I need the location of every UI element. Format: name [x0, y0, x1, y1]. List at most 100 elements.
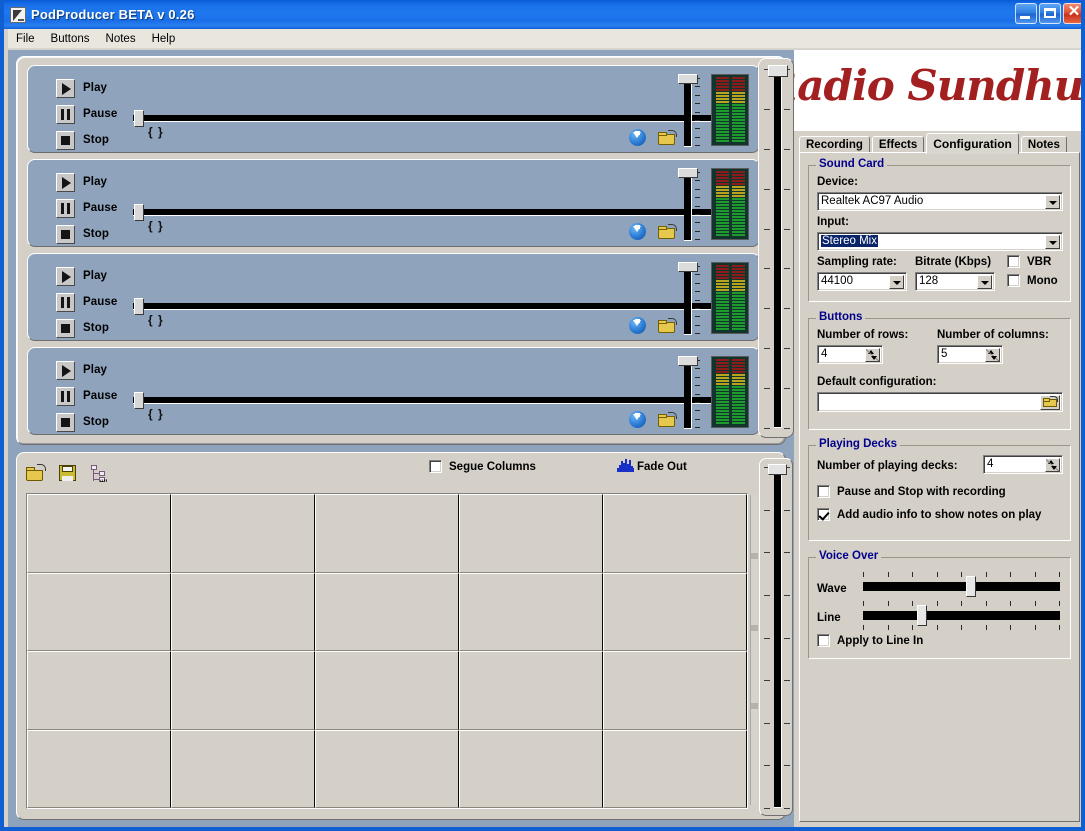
tab-effects[interactable]: Effects: [871, 136, 925, 153]
grid-button-cell[interactable]: [315, 651, 459, 730]
deck-fader-thumb[interactable]: [678, 168, 698, 178]
grid-button-cell[interactable]: [27, 494, 171, 573]
stop-button[interactable]: [56, 130, 75, 150]
mono-checkbox[interactable]: [1007, 274, 1020, 287]
play-button[interactable]: [56, 172, 75, 192]
grid-button-cell[interactable]: [171, 651, 315, 730]
number-of-rows-stepper[interactable]: 4: [817, 345, 883, 364]
grid-button-cell[interactable]: [315, 494, 459, 573]
columns-spin-buttons[interactable]: [985, 348, 1000, 362]
grid-button-cell[interactable]: [603, 572, 747, 651]
chevron-down-icon[interactable]: [1045, 195, 1060, 209]
download-icon[interactable]: [629, 317, 646, 334]
deck-volume-slider[interactable]: [678, 356, 704, 429]
grid-button-cell[interactable]: [315, 729, 459, 808]
menu-file[interactable]: File: [8, 31, 43, 47]
menu-notes[interactable]: Notes: [98, 31, 144, 47]
pause-button[interactable]: [56, 386, 75, 406]
deck-position-track[interactable]: [133, 115, 732, 122]
line-slider[interactable]: [863, 601, 1060, 630]
wave-slider[interactable]: [863, 572, 1060, 600]
master-volume-slider[interactable]: [758, 58, 794, 438]
deck-fader-thumb[interactable]: [678, 74, 698, 84]
deck-position-slider[interactable]: [133, 392, 732, 409]
pause-stop-checkbox-row[interactable]: Pause and Stop with recording: [817, 485, 1006, 498]
pause-button[interactable]: [56, 292, 75, 312]
wave-thumb[interactable]: [965, 576, 976, 597]
input-combo[interactable]: Stereo Mix: [817, 232, 1063, 251]
number-of-playing-decks-stepper[interactable]: 4: [983, 455, 1063, 474]
maximize-button[interactable]: [1039, 3, 1061, 24]
grid-volume-slider[interactable]: [759, 458, 795, 816]
stop-button[interactable]: [56, 224, 75, 244]
deck-volume-slider[interactable]: [678, 74, 704, 147]
play-button-row[interactable]: Play: [56, 359, 166, 381]
deck-position-track[interactable]: [133, 397, 732, 404]
default-configuration-field[interactable]: [817, 392, 1063, 412]
grid-scroll-thumb-2[interactable]: [751, 625, 758, 631]
open-folder-icon[interactable]: [658, 224, 677, 239]
stop-button[interactable]: [56, 412, 75, 432]
grid-button-cell[interactable]: [603, 651, 747, 730]
play-button-row[interactable]: Play: [56, 171, 166, 193]
chevron-down-icon[interactable]: [889, 275, 904, 289]
open-folder-icon[interactable]: [658, 412, 677, 427]
open-folder-icon[interactable]: [658, 130, 677, 145]
apply-to-line-in-checkbox-row[interactable]: Apply to Line In: [817, 634, 923, 647]
grid-button-cell[interactable]: [171, 729, 315, 808]
line-thumb[interactable]: [917, 605, 928, 626]
deck-fader-track[interactable]: [684, 361, 692, 429]
bitrate-combo[interactable]: 128: [915, 272, 995, 291]
grid-scroll-thumb-3[interactable]: [751, 703, 758, 709]
minimize-button[interactable]: [1015, 3, 1037, 24]
grid-button-cell[interactable]: [459, 494, 603, 573]
open-folder-icon[interactable]: [658, 318, 677, 333]
grid-fader-track[interactable]: [774, 469, 782, 808]
pause-button[interactable]: [56, 104, 75, 124]
open-folder-icon[interactable]: [1040, 395, 1060, 410]
line-track[interactable]: [863, 611, 1060, 620]
save-icon[interactable]: [57, 463, 79, 483]
deck-position-slider[interactable]: [133, 298, 732, 315]
deck-volume-slider[interactable]: [678, 168, 704, 241]
pause-button[interactable]: [56, 198, 75, 218]
decks-spin-buttons[interactable]: [1045, 458, 1060, 472]
grid-button-cell[interactable]: [27, 651, 171, 730]
deck-fader-thumb[interactable]: [678, 356, 698, 366]
number-of-columns-stepper[interactable]: 5: [937, 345, 1003, 364]
play-button[interactable]: [56, 78, 75, 98]
device-combo[interactable]: Realtek AC97 Audio: [817, 192, 1063, 211]
pause-stop-checkbox[interactable]: [817, 485, 830, 498]
deck-position-slider[interactable]: [133, 204, 732, 221]
mono-checkbox-row[interactable]: Mono: [1007, 274, 1058, 287]
deck-fader-track[interactable]: [684, 79, 692, 147]
add-audio-info-checkbox-row[interactable]: Add audio info to show notes on play: [817, 508, 1041, 521]
master-fader-thumb[interactable]: [768, 65, 788, 77]
deck-volume-slider[interactable]: [678, 262, 704, 335]
chevron-down-icon[interactable]: [1045, 235, 1060, 249]
play-button[interactable]: [56, 360, 75, 380]
vbr-checkbox[interactable]: [1007, 255, 1020, 268]
download-icon[interactable]: [629, 129, 646, 146]
apply-to-line-in-checkbox[interactable]: [817, 634, 830, 647]
master-fader-track[interactable]: [774, 71, 782, 428]
wave-track[interactable]: [863, 582, 1060, 591]
menu-buttons[interactable]: Buttons: [43, 31, 98, 47]
deck-fader-track[interactable]: [684, 173, 692, 241]
tree-icon[interactable]: [89, 463, 111, 483]
grid-fader-thumb[interactable]: [768, 464, 787, 475]
grid-button-cell[interactable]: [603, 729, 747, 808]
open-icon[interactable]: [25, 463, 47, 483]
play-button-row[interactable]: Play: [56, 265, 166, 287]
grid-button-cell[interactable]: [459, 651, 603, 730]
tab-notes[interactable]: Notes: [1020, 136, 1067, 153]
menu-help[interactable]: Help: [144, 31, 184, 47]
download-icon[interactable]: [629, 411, 646, 428]
grid-button-cell[interactable]: [459, 729, 603, 808]
deck-fader-track[interactable]: [684, 267, 692, 335]
fade-out-button[interactable]: Fade Out: [617, 459, 687, 474]
close-button[interactable]: ✕: [1063, 3, 1081, 24]
segue-columns-checkbox[interactable]: [429, 460, 442, 473]
segue-columns-checkbox-row[interactable]: Segue Columns: [429, 460, 536, 473]
play-button-row[interactable]: Play: [56, 77, 166, 99]
